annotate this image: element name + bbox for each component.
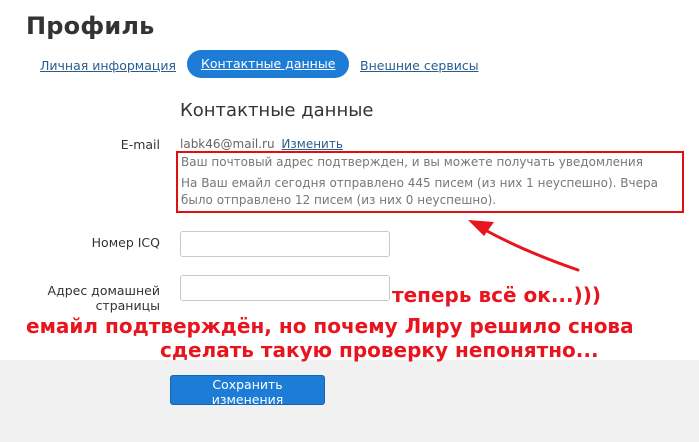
annotation-line3: сделать такую проверку непонятно... (160, 338, 599, 362)
annotation-line1: теперь всё ок...))) (392, 283, 602, 307)
annotation-arrow (468, 220, 580, 272)
annotation-line2: емайл подтверждён, но почему Лиру решило… (26, 314, 634, 338)
